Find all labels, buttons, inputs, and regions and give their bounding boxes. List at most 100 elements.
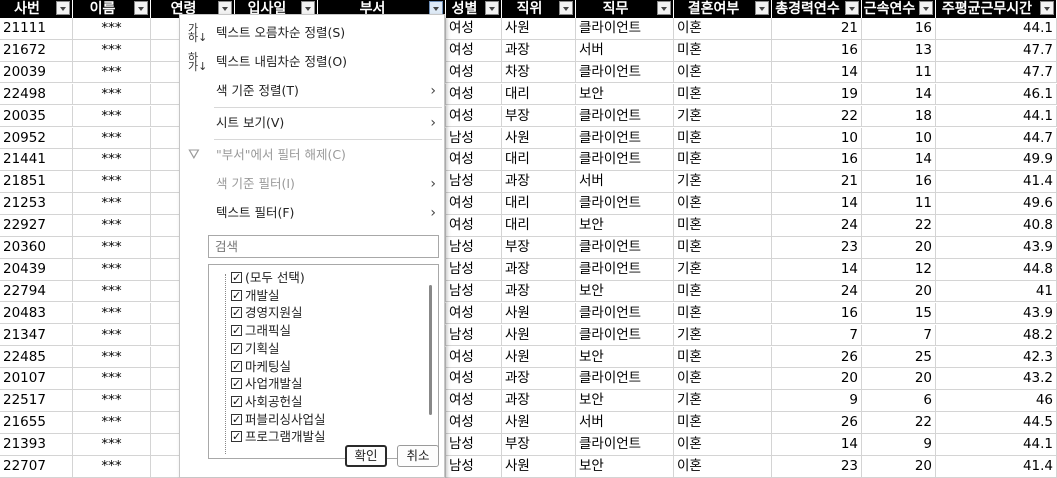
table-cell[interactable]: 21655: [0, 412, 73, 434]
table-cell[interactable]: 9: [862, 434, 936, 456]
table-cell[interactable]: 16: [772, 39, 862, 62]
checkbox-checked-icon[interactable]: [231, 393, 242, 411]
table-cell[interactable]: 클라이언트: [576, 127, 674, 150]
checkbox-checked-icon[interactable]: [231, 428, 242, 446]
table-cell[interactable]: 보안: [576, 346, 674, 369]
table-cell[interactable]: 서버: [576, 412, 674, 434]
table-cell[interactable]: 21851: [0, 171, 73, 193]
table-cell[interactable]: 여성: [446, 215, 502, 237]
table-cell[interactable]: 과장: [502, 39, 576, 62]
table-cell[interactable]: 22794: [0, 280, 73, 303]
table-cell[interactable]: ***: [73, 171, 151, 193]
table-cell[interactable]: 12: [862, 258, 936, 281]
table-cell[interactable]: 이혼: [674, 434, 772, 456]
table-cell[interactable]: 9: [772, 390, 862, 412]
table-cell[interactable]: 19: [772, 83, 862, 106]
table-cell[interactable]: 이혼: [674, 61, 772, 84]
table-cell[interactable]: ***: [73, 149, 151, 172]
table-cell[interactable]: 44.5: [936, 412, 1057, 434]
table-cell[interactable]: 남성: [446, 434, 502, 456]
table-cell[interactable]: 20: [862, 456, 936, 478]
table-cell[interactable]: 기혼: [674, 390, 772, 412]
table-cell[interactable]: 부장: [502, 237, 576, 259]
table-cell[interactable]: 42.3: [936, 346, 1057, 369]
table-cell[interactable]: 22707: [0, 456, 73, 478]
table-cell[interactable]: 미혼: [674, 149, 772, 172]
table-cell[interactable]: 미혼: [674, 412, 772, 434]
table-cell[interactable]: 기혼: [674, 258, 772, 281]
table-cell[interactable]: 클라이언트: [576, 18, 674, 40]
table-cell[interactable]: 20107: [0, 368, 73, 391]
table-cell[interactable]: 22485: [0, 346, 73, 369]
table-cell[interactable]: 26: [772, 346, 862, 369]
table-cell[interactable]: 이혼: [674, 18, 772, 40]
table-cell[interactable]: 과장: [502, 171, 576, 193]
table-cell[interactable]: 사원: [502, 324, 576, 347]
table-cell[interactable]: ***: [73, 346, 151, 369]
table-cell[interactable]: ***: [73, 258, 151, 281]
filter-dropdown-icon[interactable]: [919, 1, 933, 15]
table-cell[interactable]: 22: [862, 215, 936, 237]
table-cell[interactable]: ***: [73, 18, 151, 40]
table-cell[interactable]: 44.7: [936, 127, 1057, 150]
table-cell[interactable]: 남성: [446, 280, 502, 303]
table-cell[interactable]: 보안: [576, 280, 674, 303]
ok-button[interactable]: 확인: [345, 445, 387, 467]
table-cell[interactable]: 사원: [502, 127, 576, 150]
color-filter-item[interactable]: 색 기준 필터(I) ›: [180, 171, 444, 197]
table-cell[interactable]: 11: [862, 61, 936, 84]
table-cell[interactable]: 여성: [446, 39, 502, 62]
filter-dropdown-icon[interactable]: [301, 1, 315, 15]
filter-dropdown-icon[interactable]: [56, 1, 70, 15]
table-cell[interactable]: 대리: [502, 193, 576, 215]
table-cell[interactable]: 23: [772, 456, 862, 478]
table-cell[interactable]: ***: [73, 105, 151, 128]
table-cell[interactable]: 44.1: [936, 18, 1057, 40]
table-cell[interactable]: 6: [862, 390, 936, 412]
table-cell[interactable]: ***: [73, 39, 151, 62]
table-cell[interactable]: 이혼: [674, 368, 772, 391]
table-cell[interactable]: 48.2: [936, 324, 1057, 347]
checkbox-checked-icon[interactable]: [231, 322, 242, 340]
filter-dropdown-icon[interactable]: [1040, 1, 1054, 15]
table-cell[interactable]: 14: [772, 61, 862, 84]
table-cell[interactable]: 13: [862, 39, 936, 62]
table-cell[interactable]: 클라이언트: [576, 434, 674, 456]
table-cell[interactable]: 14: [772, 258, 862, 281]
table-cell[interactable]: 21111: [0, 18, 73, 40]
table-cell[interactable]: 43.9: [936, 302, 1057, 325]
table-cell[interactable]: ***: [73, 215, 151, 237]
table-cell[interactable]: 남성: [446, 258, 502, 281]
table-cell[interactable]: 18: [862, 105, 936, 128]
table-cell[interactable]: 미혼: [674, 346, 772, 369]
table-cell[interactable]: 여성: [446, 83, 502, 106]
table-cell[interactable]: 클라이언트: [576, 237, 674, 259]
table-cell[interactable]: 미혼: [674, 83, 772, 106]
table-cell[interactable]: 사원: [502, 346, 576, 369]
table-cell[interactable]: 대리: [502, 215, 576, 237]
table-cell[interactable]: 20952: [0, 127, 73, 150]
table-cell[interactable]: 20: [862, 237, 936, 259]
table-cell[interactable]: 20035: [0, 105, 73, 128]
table-cell[interactable]: 과장: [502, 280, 576, 303]
table-cell[interactable]: 20360: [0, 237, 73, 259]
table-cell[interactable]: 미혼: [674, 39, 772, 62]
filter-dropdown-icon[interactable]: [218, 1, 232, 15]
sort-ascending-item[interactable]: 가 하↓ 텍스트 오름차순 정렬(S): [180, 20, 444, 46]
table-cell[interactable]: 보안: [576, 83, 674, 106]
table-cell[interactable]: 7: [862, 324, 936, 347]
table-cell[interactable]: 여성: [446, 105, 502, 128]
table-cell[interactable]: 여성: [446, 412, 502, 434]
text-filter-item[interactable]: 텍스트 필터(F) ›: [180, 200, 444, 226]
table-cell[interactable]: 44.1: [936, 434, 1057, 456]
table-cell[interactable]: 여성: [446, 61, 502, 84]
table-cell[interactable]: 클라이언트: [576, 61, 674, 84]
table-cell[interactable]: 사원: [502, 412, 576, 434]
table-cell[interactable]: 여성: [446, 368, 502, 391]
filter-dropdown-icon[interactable]: [485, 1, 499, 15]
clear-filter-item[interactable]: ⛛ "부서"에서 필터 해제(C): [180, 142, 444, 168]
table-cell[interactable]: 22: [862, 412, 936, 434]
table-cell[interactable]: ***: [73, 412, 151, 434]
table-cell[interactable]: 16: [862, 171, 936, 193]
table-cell[interactable]: 20039: [0, 61, 73, 84]
